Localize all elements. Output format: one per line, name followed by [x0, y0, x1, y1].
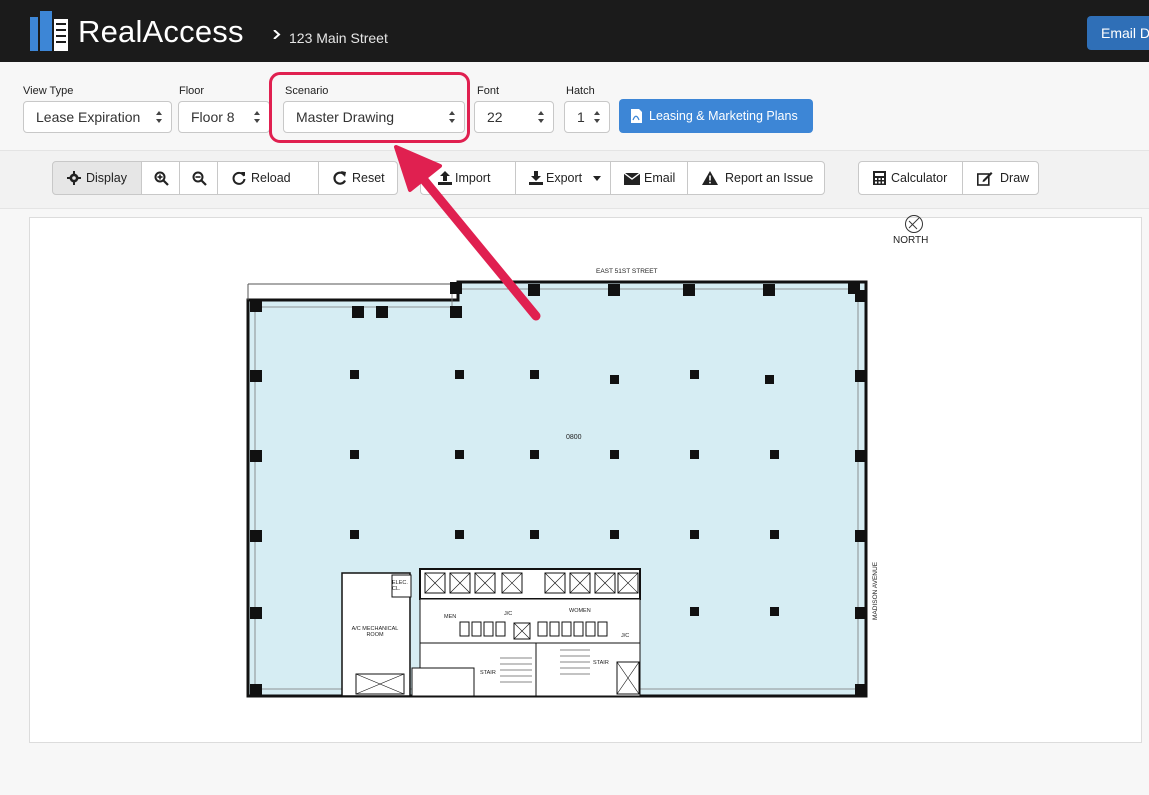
annotation-arrow-icon — [394, 145, 541, 321]
